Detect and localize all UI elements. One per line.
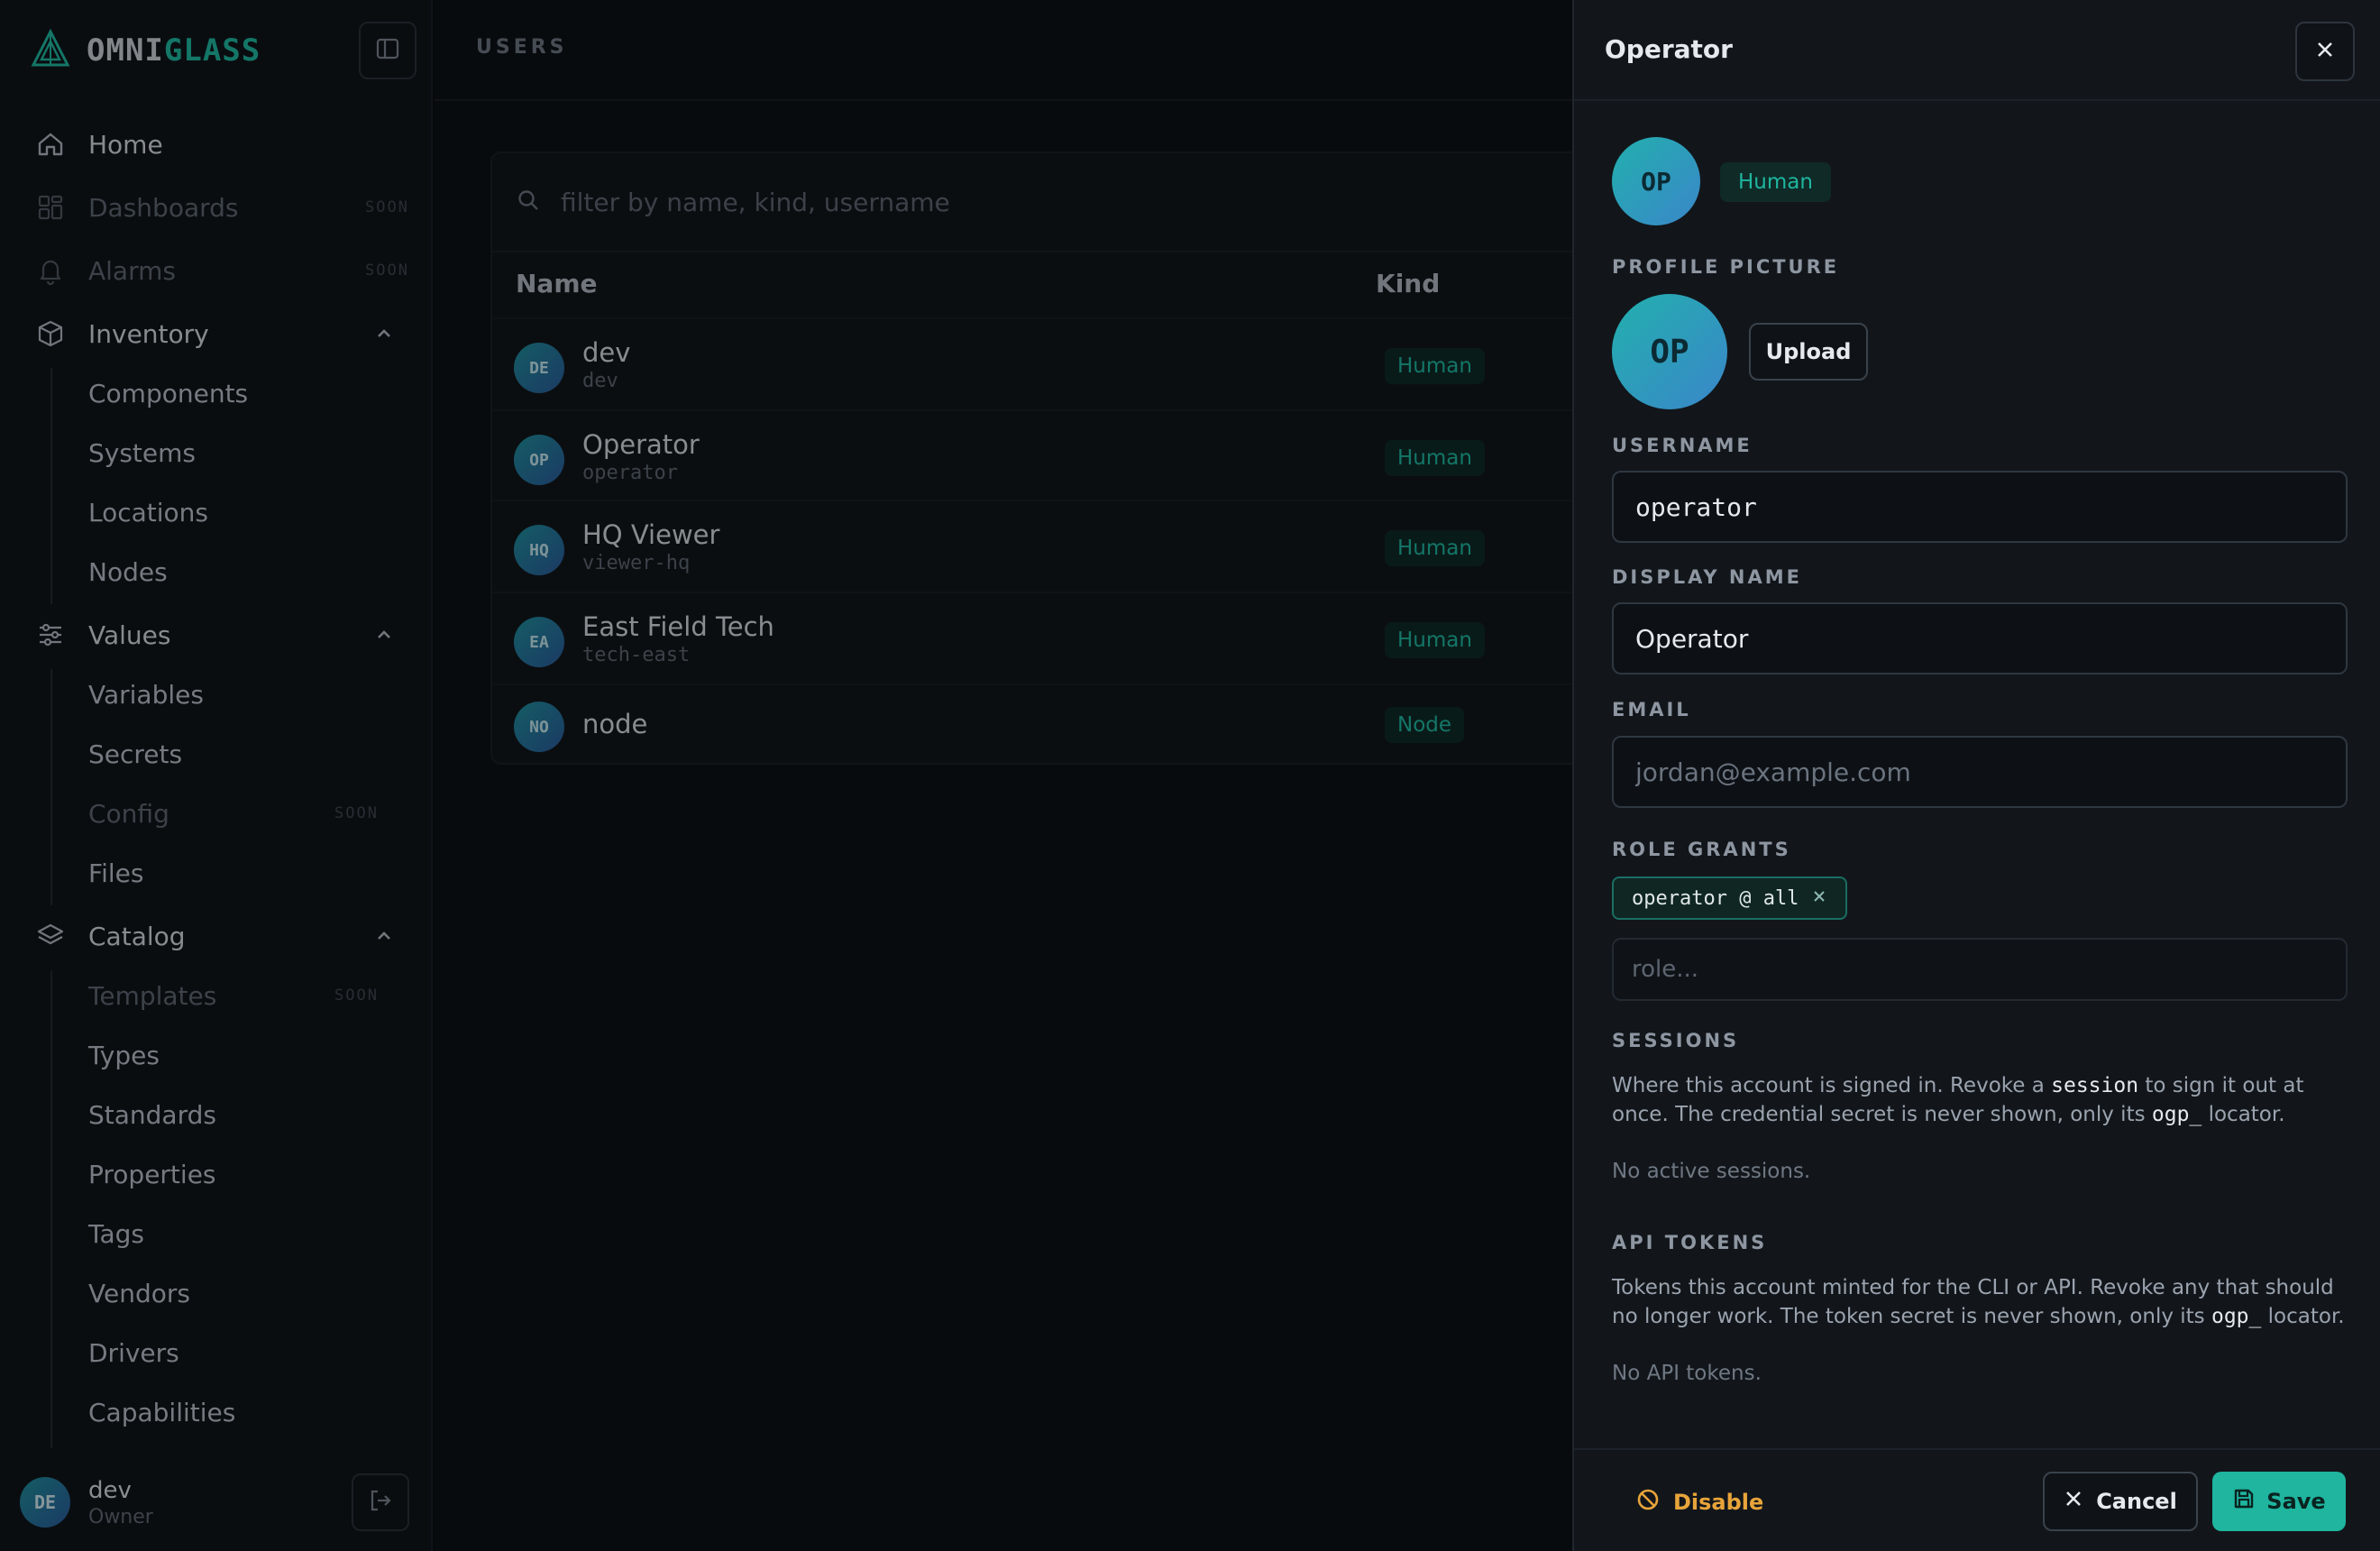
sessions-empty: No active sessions. — [1612, 1160, 1811, 1183]
avatar: OP — [1612, 137, 1700, 225]
ban-icon — [1635, 1487, 1661, 1518]
close-icon — [2314, 39, 2336, 64]
profile-picture: OP — [1612, 294, 1727, 409]
cancel-button[interactable]: Cancel — [2043, 1472, 2198, 1531]
profile-picture-label: PROFILE PICTURE — [1612, 256, 1840, 278]
role-chip: operator @ all — [1612, 876, 1848, 920]
modal-backdrop[interactable] — [0, 0, 1574, 1551]
api-tokens-empty: No API tokens. — [1612, 1362, 1762, 1385]
save-label: Save — [2266, 1489, 2326, 1514]
drawer-header: Operator — [1574, 0, 2380, 101]
display-name-label: DISPLAY NAME — [1612, 566, 1802, 588]
cancel-label: Cancel — [2096, 1489, 2177, 1514]
role-grants-label: ROLE GRANTS — [1612, 839, 1791, 860]
save-button[interactable]: Save — [2212, 1472, 2346, 1531]
drawer-footer: Disable Cancel Save — [1574, 1448, 2380, 1551]
role-input[interactable] — [1612, 938, 2348, 1001]
email-field[interactable] — [1612, 736, 2348, 808]
username-field[interactable] — [1612, 471, 2348, 543]
kind-badge: Human — [1720, 162, 1831, 202]
user-edit-drawer: Operator OP Human PROFILE PICTURE OP Upl… — [1572, 0, 2380, 1551]
sessions-label: SESSIONS — [1612, 1030, 1740, 1051]
role-chip-label: operator @ all — [1632, 886, 1799, 910]
api-tokens-description: Tokens this account minted for the CLI o… — [1612, 1276, 2345, 1328]
disable-label: Disable — [1673, 1490, 1764, 1515]
disable-button[interactable]: Disable — [1635, 1484, 1763, 1520]
remove-chip-icon[interactable] — [1811, 888, 1827, 908]
display-name-field[interactable] — [1612, 602, 2348, 675]
close-icon — [2064, 1489, 2083, 1514]
email-label: EMAIL — [1612, 699, 1691, 720]
save-icon — [2232, 1487, 2256, 1516]
drawer-title: Operator — [1605, 34, 1733, 64]
close-button[interactable] — [2295, 22, 2355, 81]
upload-button[interactable]: Upload — [1749, 323, 1868, 381]
api-tokens-label: API TOKENS — [1612, 1232, 1768, 1253]
sessions-description: Where this account is signed in. Revoke … — [1612, 1074, 2304, 1126]
username-label: USERNAME — [1612, 435, 1753, 456]
